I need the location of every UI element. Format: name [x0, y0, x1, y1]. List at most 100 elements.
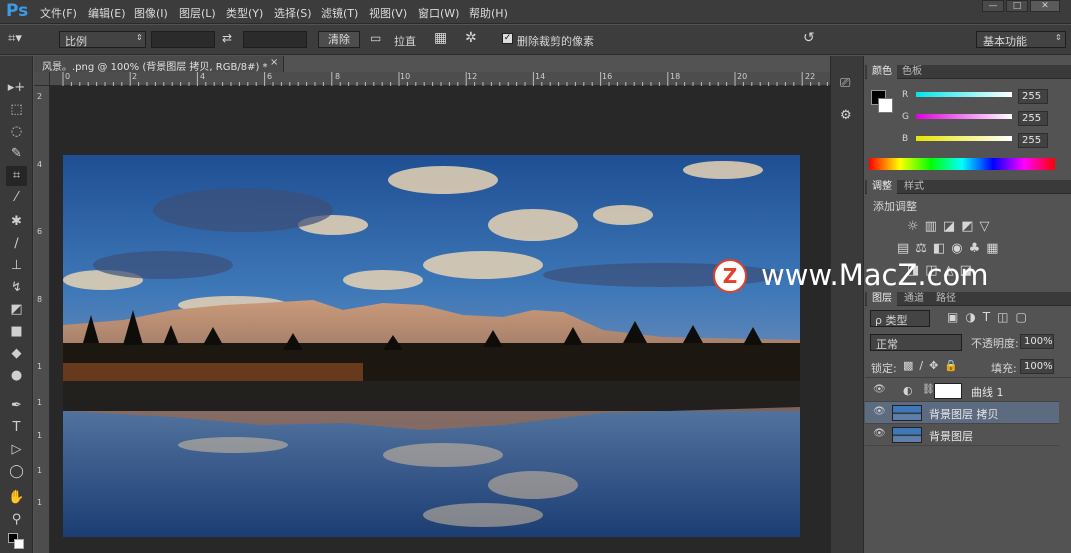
- brush-tool-icon[interactable]: ∕: [6, 234, 27, 254]
- photoshop-logo: Ps: [6, 1, 29, 21]
- type-tool-icon[interactable]: T: [6, 418, 27, 438]
- marquee-tool-icon[interactable]: ⬚: [6, 100, 27, 120]
- tab-adjustments[interactable]: 调整: [867, 180, 897, 194]
- path-select-tool-icon[interactable]: ▷: [6, 440, 27, 460]
- tab-color[interactable]: 颜色: [867, 65, 897, 79]
- eyedropper-tool-icon[interactable]: ⁄: [6, 188, 27, 208]
- straighten-label[interactable]: 拉直: [394, 33, 416, 49]
- eraser-tool-icon[interactable]: ◩: [6, 300, 27, 320]
- background-color-swatch[interactable]: [14, 539, 24, 549]
- lock-icons[interactable]: ▩∕✥🔒: [903, 359, 964, 372]
- menu-file[interactable]: 文件(F): [40, 5, 77, 21]
- channel-g-slider[interactable]: [916, 114, 1012, 119]
- height-input[interactable]: [243, 31, 307, 48]
- channel-r-slider[interactable]: [916, 92, 1012, 97]
- width-input[interactable]: [151, 31, 215, 48]
- delete-crop-checkbox[interactable]: ✓: [502, 33, 513, 44]
- opacity-input[interactable]: 100%: [1020, 334, 1054, 349]
- horizontal-ruler[interactable]: 0 2 4 6 8 10 12 14 16 18 20 22: [50, 72, 830, 86]
- chevron-down-icon: ⇕: [136, 33, 143, 42]
- crop-tool-icon[interactable]: ⌗▾: [8, 31, 22, 46]
- channel-g-value[interactable]: 255: [1018, 111, 1048, 126]
- grid-overlay-icon[interactable]: ▦: [434, 30, 447, 46]
- channel-r-value[interactable]: 255: [1018, 89, 1048, 104]
- menu-window[interactable]: 窗口(W): [418, 5, 459, 21]
- adjustment-icons-row-1[interactable]: ☼▥◪◩▽: [907, 219, 996, 234]
- layer-row[interactable]: 👁 ◐ ⛓ 曲线 1: [865, 380, 1059, 402]
- lasso-tool-icon[interactable]: ◌: [6, 122, 27, 142]
- clear-button[interactable]: 清除: [318, 31, 360, 48]
- dodge-tool-icon[interactable]: ●: [6, 366, 27, 386]
- channel-b-value[interactable]: 255: [1018, 133, 1048, 148]
- quick-select-tool-icon[interactable]: ✎: [6, 144, 27, 164]
- ruler-label: 1: [37, 362, 43, 371]
- crop-tool-icon[interactable]: ⌗: [6, 166, 27, 186]
- close-tab-icon[interactable]: ×: [270, 57, 278, 68]
- layer-row[interactable]: 👁 背景图层: [865, 424, 1059, 446]
- close-window-button[interactable]: ✕: [1030, 0, 1060, 12]
- blur-tool-icon[interactable]: ◆: [6, 344, 27, 364]
- gear-icon[interactable]: ✲: [465, 30, 477, 46]
- shape-tool-icon[interactable]: ◯: [6, 462, 27, 482]
- color-spectrum-bar[interactable]: [869, 158, 1055, 170]
- watermark-text: www.MacZ.com: [761, 258, 989, 292]
- tab-styles[interactable]: 样式: [899, 180, 929, 194]
- menu-select[interactable]: 选择(S): [274, 5, 312, 21]
- menu-bar: Ps 文件(F) 编辑(E) 图像(I) 图层(L) 类型(Y) 选择(S) 滤…: [0, 0, 1071, 24]
- zoom-tool-icon[interactable]: ⚲: [6, 510, 27, 530]
- ratio-select-value: 比例: [65, 35, 87, 48]
- document-tab[interactable]: 风景。.png @ 100% (背景图层 拷贝, RGB/8#) * ×: [34, 56, 284, 73]
- pen-tool-icon[interactable]: ✒: [6, 396, 27, 416]
- vertical-ruler[interactable]: 2 4 6 8 1 1 1 1 1: [34, 86, 50, 553]
- swap-icon[interactable]: ⇄: [222, 31, 232, 45]
- adjustment-icons-row-2[interactable]: ▤⚖◧◉♣▦: [897, 241, 1005, 256]
- layer-filter-icons[interactable]: ▣◑T◫▢: [947, 310, 1034, 324]
- color-panel: 颜色 色板 R 255 G 255 B 255: [865, 65, 1071, 178]
- ruler-label: 20: [737, 72, 748, 81]
- maximize-button[interactable]: □: [1006, 0, 1028, 12]
- menu-help[interactable]: 帮助(H): [469, 5, 508, 21]
- ratio-select[interactable]: 比例 ⇕: [59, 31, 146, 48]
- fill-input[interactable]: 100%: [1020, 359, 1054, 374]
- layer-row-selected[interactable]: 👁 背景图层 拷贝: [865, 402, 1059, 424]
- workspace-value: 基本功能: [983, 35, 1027, 48]
- channel-b-slider[interactable]: [916, 136, 1012, 141]
- eye-icon[interactable]: 👁: [873, 406, 886, 417]
- hand-tool-icon[interactable]: ✋: [6, 488, 27, 508]
- minimize-button[interactable]: —: [982, 0, 1004, 12]
- history-brush-tool-icon[interactable]: ↯: [6, 278, 27, 298]
- ruler-label: 10: [400, 72, 411, 81]
- canvas-image[interactable]: [63, 155, 800, 537]
- menu-edit[interactable]: 编辑(E): [88, 5, 126, 21]
- properties-icon[interactable]: ⚙: [840, 108, 852, 123]
- layer-kind-filter[interactable]: ρ 类型: [870, 310, 930, 327]
- menu-image[interactable]: 图像(I): [134, 5, 168, 21]
- ruler-label: 12: [467, 72, 478, 81]
- straighten-icon[interactable]: ▭: [370, 31, 381, 45]
- move-tool-icon[interactable]: ▸+: [6, 78, 27, 98]
- menu-view[interactable]: 视图(V): [369, 5, 407, 21]
- blend-mode-value: 正常: [876, 338, 898, 351]
- blend-mode-select[interactable]: 正常: [870, 334, 962, 351]
- menu-layer[interactable]: 图层(L): [179, 5, 216, 21]
- reset-icon[interactable]: ↺: [803, 30, 815, 46]
- eye-icon[interactable]: 👁: [873, 384, 886, 395]
- ruler-label: 1: [37, 466, 43, 475]
- tab-swatches[interactable]: 色板: [897, 65, 927, 79]
- ruler-label: 1: [37, 398, 43, 407]
- lock-label: 锁定:: [871, 362, 897, 375]
- channel-b-label: B: [902, 134, 909, 144]
- ruler-label: 1: [37, 498, 43, 507]
- workspace-select[interactable]: 基本功能 ⇕: [976, 31, 1066, 48]
- stamp-tool-icon[interactable]: ⊥: [6, 256, 27, 276]
- tools-panel: ▸+ ⬚ ◌ ✎ ⌗ ⁄ ✱ ∕ ⊥ ↯ ◩ ■ ◆ ● ✒ T ▷ ◯ ✋ ⚲: [0, 56, 33, 553]
- chevron-down-icon: ⇕: [1055, 33, 1062, 42]
- ruler-ticks: [62, 72, 828, 86]
- menu-filter[interactable]: 滤镜(T): [321, 5, 358, 21]
- history-icon[interactable]: ⎚: [840, 76, 850, 91]
- menu-type[interactable]: 类型(Y): [226, 5, 263, 21]
- gradient-tool-icon[interactable]: ■: [6, 322, 27, 342]
- background-color-swatch[interactable]: [878, 98, 893, 113]
- healing-tool-icon[interactable]: ✱: [6, 212, 27, 232]
- eye-icon[interactable]: 👁: [873, 428, 886, 439]
